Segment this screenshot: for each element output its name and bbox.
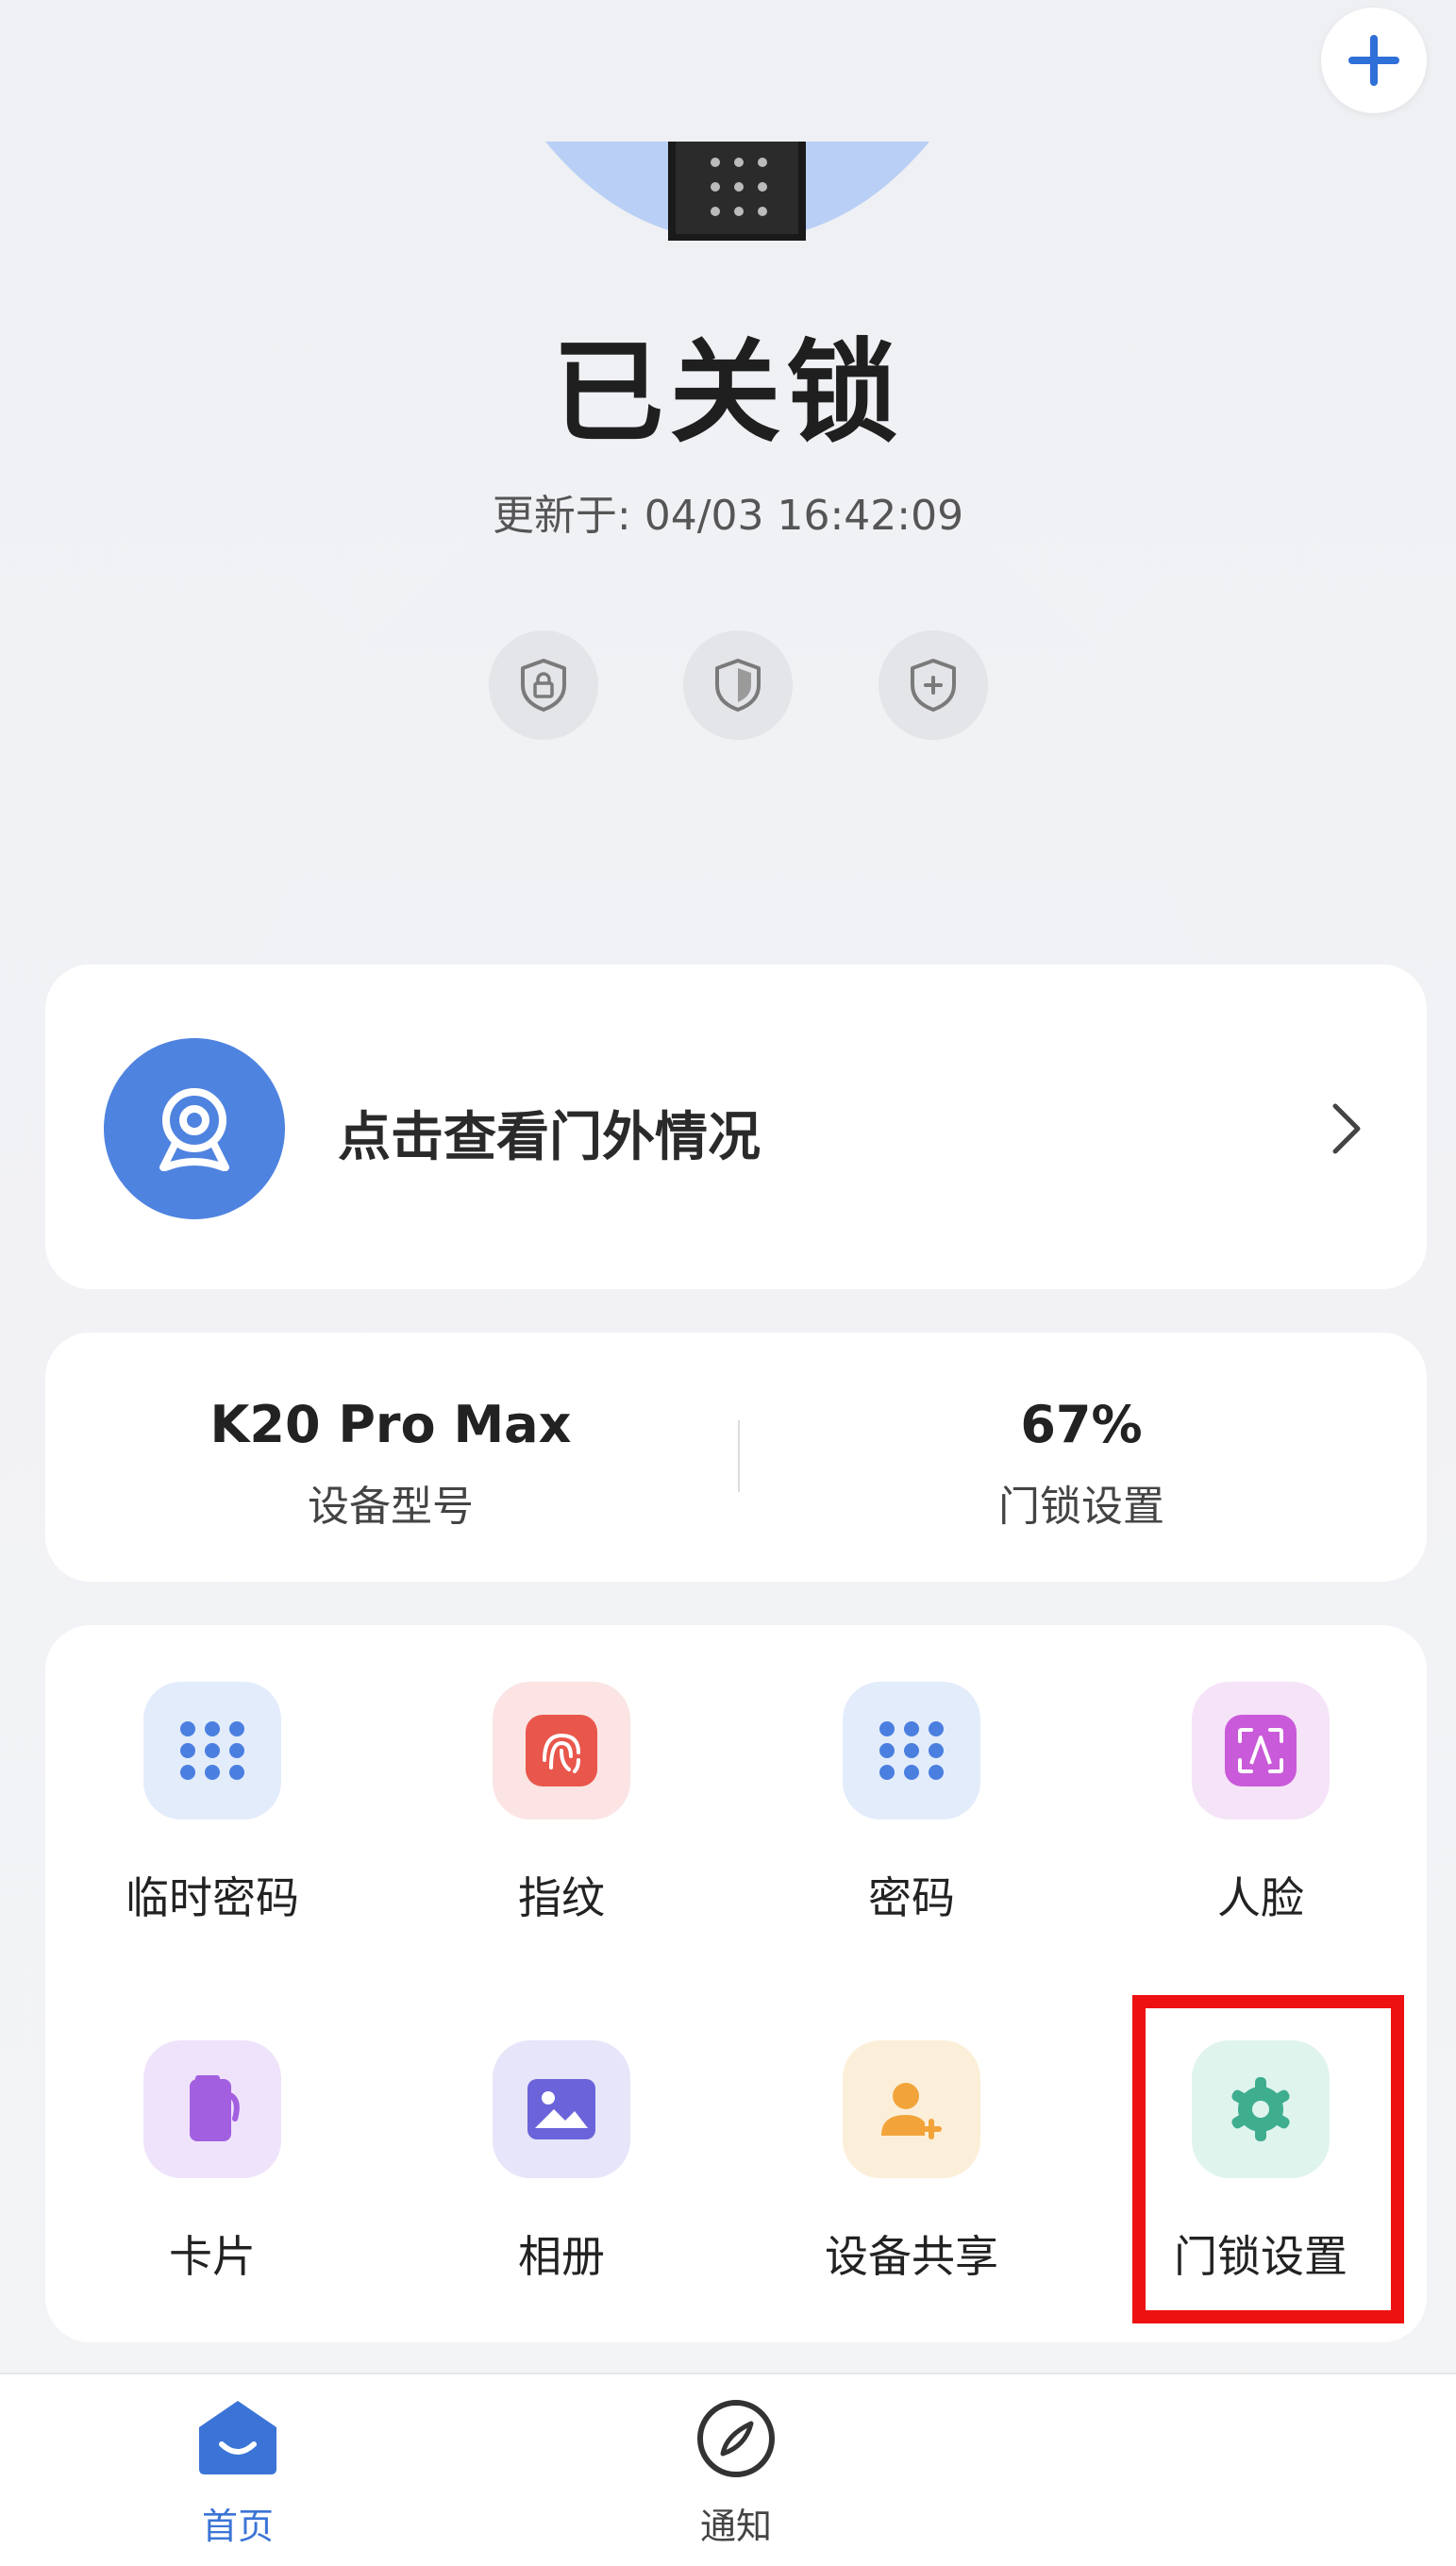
home-icon [199,2401,276,2474]
camera-avatar [104,1038,285,1219]
lock-device-image [545,142,929,241]
grid-item-card[interactable] [143,2040,281,2178]
tab-home[interactable]: 首页 [143,2397,332,2548]
grid-label-card: 卡片 [169,2231,256,2282]
photo-icon [493,2040,630,2178]
compass-icon [697,2400,775,2477]
grid-label-face: 人脸 [1217,1872,1304,1923]
tab-home-label: 首页 [201,2506,274,2547]
shield-plus-icon [911,659,956,712]
update-time: 04/03 16:42:09 [644,492,964,540]
chevron-right-icon [1332,1103,1361,1154]
shield-icon [715,659,761,712]
shield-lock-icon [521,659,566,712]
fingerprint-icon [493,1682,630,1820]
device-model-label: 设备型号 [308,1483,474,1531]
tab-notifications-label: 通知 [699,2506,772,2547]
grid-label-password: 密码 [868,1872,955,1923]
shield-plus-button[interactable] [879,630,988,740]
grid-item-face[interactable] [1192,1682,1330,1820]
face-icon [1192,1682,1330,1820]
grid-item-album[interactable] [493,2040,630,2178]
grid-item-device-share[interactable] [843,2040,980,2178]
grid-item-temp-password[interactable] [143,1682,281,1820]
highlight-box [1132,1995,1404,2323]
grid-label-temp-password: 临时密码 [126,1872,299,1923]
device-model-value: K20 Pro Max [209,1395,572,1454]
lock-status-title: 已关锁 [552,327,904,458]
user-add-icon [843,2040,980,2178]
card-icon [143,2040,281,2178]
plus-icon [1348,35,1399,86]
grid-item-fingerprint[interactable] [493,1682,630,1820]
battery-value: 67% [1020,1395,1143,1454]
grid-label-fingerprint: 指纹 [518,1872,605,1923]
keypad-icon [143,1682,281,1820]
view-outside-label: 点击查看门外情况 [338,1107,761,1168]
update-label: 更新于: [492,492,631,540]
grid-label-device-share: 设备共享 [825,2231,998,2282]
camera-icon [159,1088,229,1171]
lock-mode-button[interactable] [489,630,598,740]
battery-label: 门锁设置 [998,1483,1164,1531]
grid-label-album: 相册 [518,2231,605,2282]
shield-mode-button[interactable] [683,630,793,740]
add-button[interactable] [1321,8,1427,113]
update-time-line: 更新于: 04/03 16:42:09 [0,481,1456,542]
device-info-card [45,1333,1427,1582]
grid-item-password[interactable] [843,1682,980,1820]
keypad-icon [843,1682,980,1820]
tab-notifications[interactable]: 通知 [642,2397,830,2548]
